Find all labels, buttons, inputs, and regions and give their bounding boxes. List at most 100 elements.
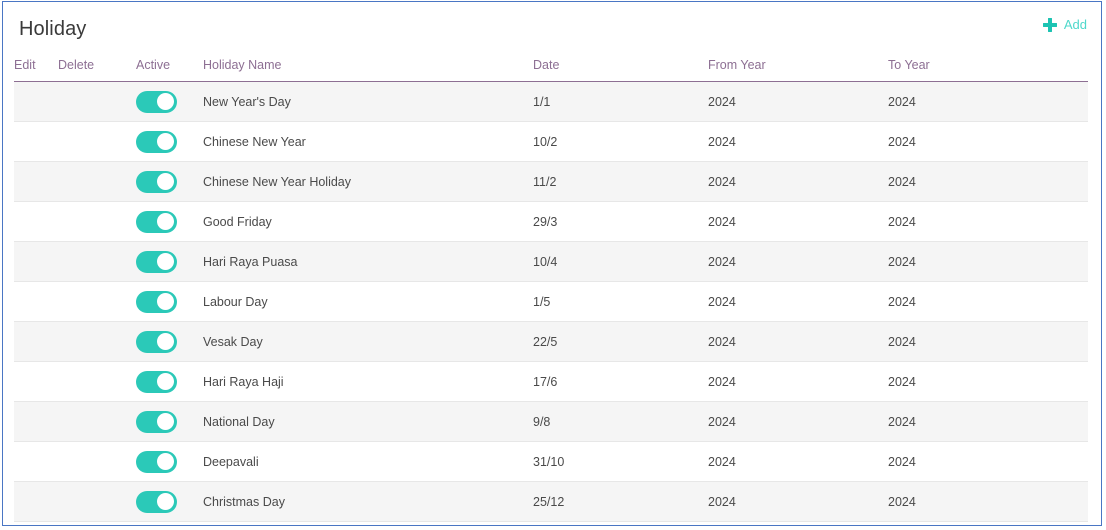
table-row[interactable]: Hari Raya Puasa10/420242024 bbox=[14, 242, 1088, 282]
row-active-cell bbox=[136, 202, 203, 242]
row-edit-cell[interactable] bbox=[14, 82, 58, 122]
toggle-knob bbox=[157, 453, 174, 470]
row-date-cell: 11/2 bbox=[533, 162, 708, 202]
toggle-knob bbox=[157, 213, 174, 230]
toggle-knob bbox=[157, 333, 174, 350]
row-edit-cell[interactable] bbox=[14, 242, 58, 282]
active-toggle[interactable] bbox=[136, 211, 177, 233]
table-row[interactable]: New Year's Day1/120242024 bbox=[14, 82, 1088, 122]
row-delete-cell[interactable] bbox=[58, 402, 136, 442]
active-toggle[interactable] bbox=[136, 451, 177, 473]
active-toggle[interactable] bbox=[136, 331, 177, 353]
column-header-active[interactable]: Active bbox=[136, 58, 203, 82]
row-to-year-cell-text: 2024 bbox=[888, 375, 916, 389]
row-holiday-name-cell-text: Chinese New Year bbox=[203, 135, 306, 149]
row-holiday-name-cell: Hari Raya Puasa bbox=[203, 242, 533, 282]
row-holiday-name-cell: Good Friday bbox=[203, 202, 533, 242]
plus-icon bbox=[1043, 18, 1057, 32]
table-row[interactable]: Christmas Day25/1220242024 bbox=[14, 482, 1088, 522]
table-row[interactable]: Hari Raya Haji 17/6 2024 2024 bbox=[14, 362, 1088, 402]
row-from-year-cell-text: 2024 bbox=[708, 335, 736, 349]
active-toggle[interactable] bbox=[136, 171, 177, 193]
row-from-year-cell-text: 2024 bbox=[708, 375, 736, 389]
row-active-cell bbox=[136, 362, 203, 402]
row-active-cell bbox=[136, 482, 203, 522]
row-delete-cell[interactable] bbox=[58, 122, 136, 162]
row-edit-cell[interactable] bbox=[14, 282, 58, 322]
row-from-year-cell: 2024 bbox=[708, 282, 888, 322]
row-edit-cell[interactable] bbox=[14, 202, 58, 242]
column-header-to-year[interactable]: To Year bbox=[888, 58, 1088, 82]
row-edit-cell[interactable] bbox=[14, 162, 58, 202]
row-active-cell bbox=[136, 282, 203, 322]
column-header-edit[interactable]: Edit bbox=[14, 58, 58, 82]
row-to-year-cell: 2024 bbox=[888, 122, 1088, 162]
column-header-delete[interactable]: Delete bbox=[58, 58, 136, 82]
table-row[interactable]: Chinese New Year Holiday11/220242024 bbox=[14, 162, 1088, 202]
table-row[interactable]: Deepavali31/1020242024 bbox=[14, 442, 1088, 482]
row-date-cell-text: 9/8 bbox=[533, 415, 550, 429]
row-edit-cell[interactable] bbox=[14, 482, 58, 522]
toggle-knob bbox=[157, 373, 174, 390]
row-edit-cell[interactable] bbox=[14, 402, 58, 442]
active-toggle[interactable] bbox=[136, 91, 177, 113]
row-date-cell-text: 17/6 bbox=[533, 375, 557, 389]
column-header-holiday-name[interactable]: Holiday Name bbox=[203, 58, 533, 82]
row-holiday-name-cell: New Year's Day bbox=[203, 82, 533, 122]
active-toggle[interactable] bbox=[136, 251, 177, 273]
table-body: New Year's Day1/120242024 Chinese New Yea… bbox=[14, 82, 1088, 522]
row-holiday-name-cell-text: Chinese New Year Holiday bbox=[203, 175, 351, 189]
row-from-year-cell-text: 2024 bbox=[708, 255, 736, 269]
column-header-from-year[interactable]: From Year bbox=[708, 58, 888, 82]
table-row[interactable]: Vesak Day22/520242024 bbox=[14, 322, 1088, 362]
row-holiday-name-cell: Vesak Day bbox=[203, 322, 533, 362]
add-button[interactable]: Add bbox=[1043, 18, 1087, 32]
row-to-year-cell-text: 2024 bbox=[888, 415, 916, 429]
toggle-knob bbox=[157, 293, 174, 310]
row-to-year-cell: 2024 bbox=[888, 202, 1088, 242]
table-row[interactable]: Good Friday29/320242024 bbox=[14, 202, 1088, 242]
row-date-cell: 22/5 bbox=[533, 322, 708, 362]
row-date-cell-text: 10/2 bbox=[533, 135, 557, 149]
row-edit-cell[interactable] bbox=[14, 442, 58, 482]
row-to-year-cell: 2024 bbox=[888, 482, 1088, 522]
row-date-cell-text: 25/12 bbox=[533, 495, 564, 509]
active-toggle[interactable] bbox=[136, 411, 177, 433]
active-toggle[interactable] bbox=[136, 491, 177, 513]
row-delete-cell[interactable] bbox=[58, 442, 136, 482]
active-toggle[interactable] bbox=[136, 131, 177, 153]
row-edit-cell[interactable] bbox=[14, 122, 58, 162]
row-date-cell: 10/2 bbox=[533, 122, 708, 162]
active-toggle[interactable] bbox=[136, 291, 177, 313]
row-holiday-name-cell: National Day bbox=[203, 402, 533, 442]
table-row[interactable]: National Day9/820242024 bbox=[14, 402, 1088, 442]
row-edit-cell[interactable] bbox=[14, 362, 58, 402]
row-delete-cell[interactable] bbox=[58, 322, 136, 362]
row-delete-cell[interactable] bbox=[58, 162, 136, 202]
row-holiday-name-cell-text: Hari Raya Haji bbox=[203, 375, 284, 389]
table-row[interactable]: Labour Day1/520242024 bbox=[14, 282, 1088, 322]
row-active-cell bbox=[136, 442, 203, 482]
row-edit-cell[interactable] bbox=[14, 322, 58, 362]
row-active-cell bbox=[136, 162, 203, 202]
row-delete-cell[interactable] bbox=[58, 82, 136, 122]
row-delete-cell[interactable] bbox=[58, 482, 136, 522]
row-to-year-cell-text: 2024 bbox=[888, 135, 916, 149]
row-delete-cell[interactable] bbox=[58, 362, 136, 402]
row-date-cell: 9/8 bbox=[533, 402, 708, 442]
table-row[interactable]: Chinese New Year10/220242024 bbox=[14, 122, 1088, 162]
add-button-label: Add bbox=[1064, 18, 1087, 32]
row-to-year-cell-text: 2024 bbox=[888, 295, 916, 309]
row-from-year-cell-text: 2024 bbox=[708, 455, 736, 469]
row-holiday-name-cell: Chinese New Year Holiday bbox=[203, 162, 533, 202]
toggle-knob bbox=[157, 493, 174, 510]
row-delete-cell[interactable] bbox=[58, 202, 136, 242]
column-header-date[interactable]: Date bbox=[533, 58, 708, 82]
active-toggle[interactable] bbox=[136, 371, 177, 393]
row-holiday-name-cell: Chinese New Year bbox=[203, 122, 533, 162]
row-delete-cell[interactable] bbox=[58, 242, 136, 282]
table-header-row: Edit Delete Active Holiday Name Date Fro… bbox=[14, 58, 1088, 82]
row-to-year-cell-text: 2024 bbox=[888, 95, 916, 109]
row-holiday-name-cell-text: Deepavali bbox=[203, 455, 259, 469]
row-delete-cell[interactable] bbox=[58, 282, 136, 322]
